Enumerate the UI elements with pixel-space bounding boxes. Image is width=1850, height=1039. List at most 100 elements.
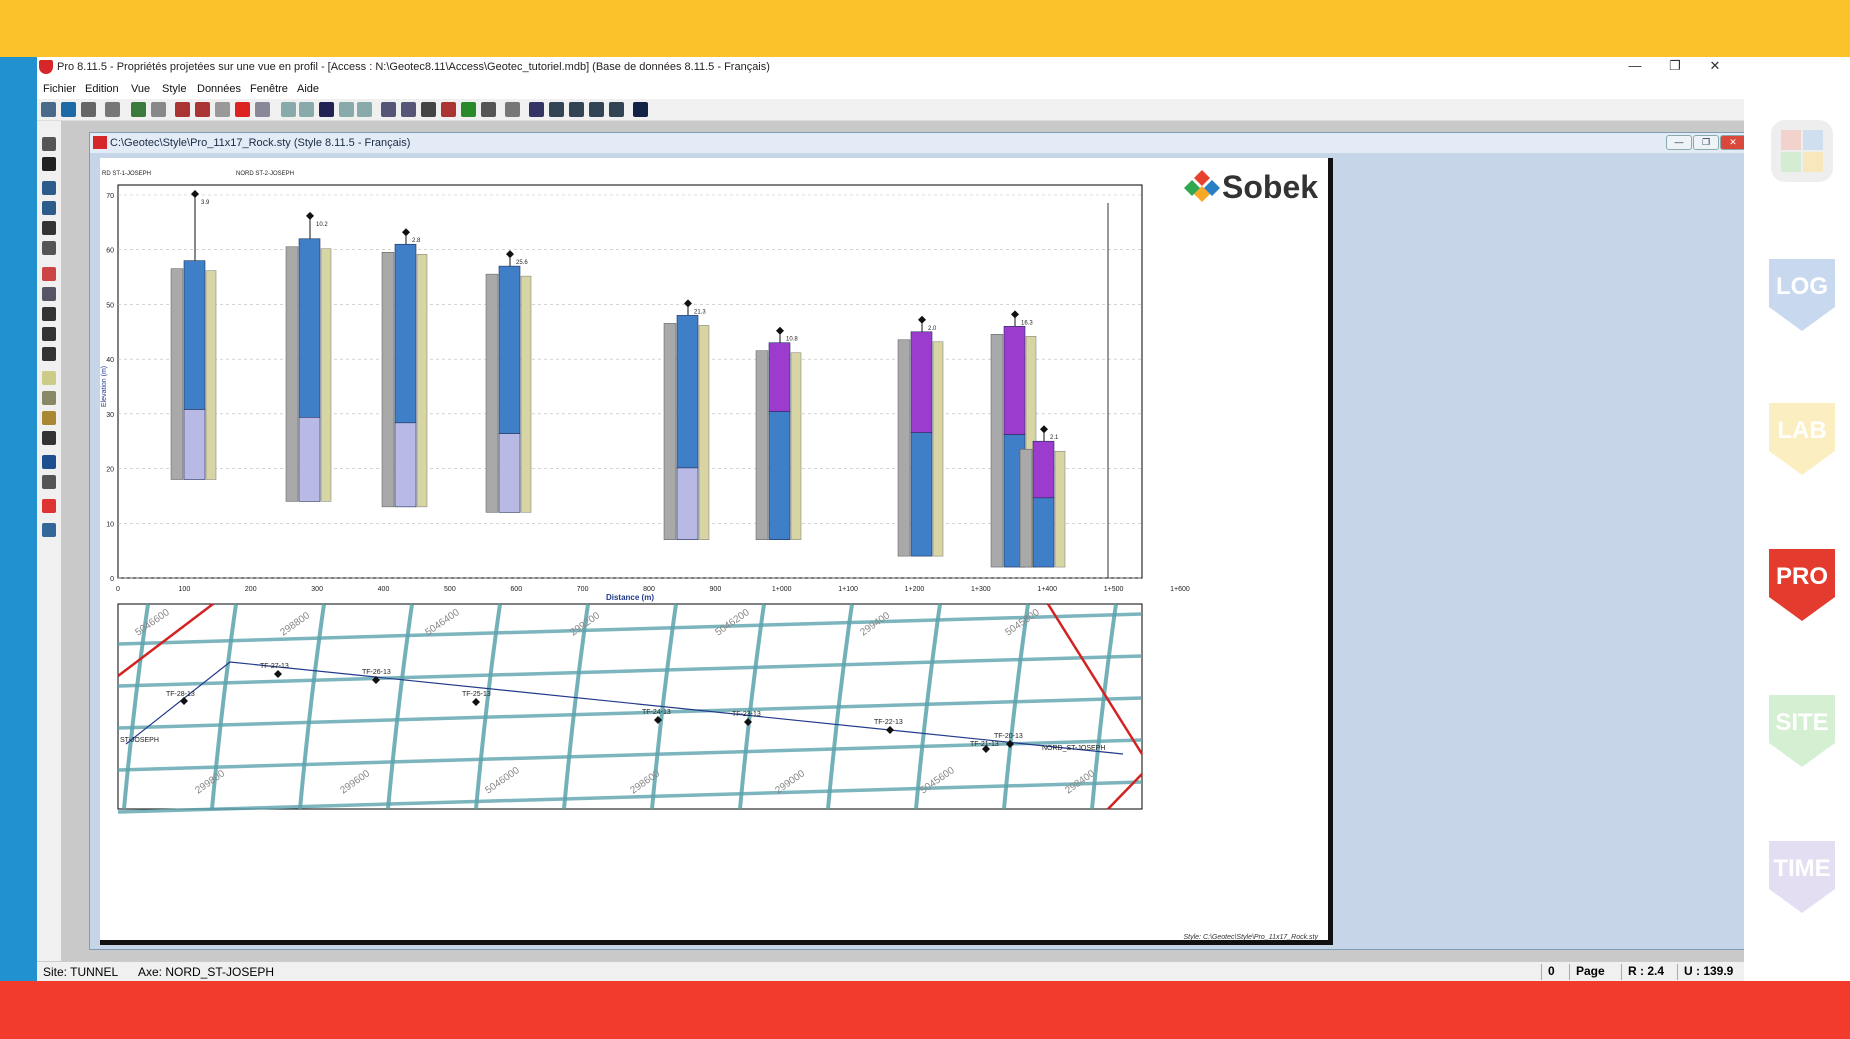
left-toolbar bbox=[37, 121, 61, 961]
refresh-icon[interactable] bbox=[105, 102, 120, 117]
export-icon[interactable] bbox=[589, 102, 604, 117]
lithology-upper bbox=[498, 265, 521, 434]
save-icon[interactable] bbox=[42, 157, 56, 171]
menu-bar: Fichier Edition Vue Style Données Fenêtr… bbox=[37, 79, 1744, 99]
grid-icon[interactable] bbox=[195, 102, 210, 117]
database-icon[interactable] bbox=[61, 102, 76, 117]
doc-close-button[interactable]: ✕ bbox=[1720, 135, 1746, 150]
select-icon[interactable] bbox=[42, 267, 56, 281]
sheet-icon[interactable] bbox=[505, 102, 520, 117]
legend-icon[interactable] bbox=[42, 411, 56, 425]
red-box-icon[interactable] bbox=[235, 102, 250, 117]
help-icon[interactable] bbox=[633, 102, 648, 117]
lithology-lower bbox=[910, 432, 933, 557]
previous-icon[interactable] bbox=[299, 102, 314, 117]
transfer-icon[interactable] bbox=[609, 102, 624, 117]
lithology-upper bbox=[910, 331, 933, 434]
note-icon[interactable] bbox=[42, 371, 56, 385]
plan-label: NORD_ST-JOSEPH bbox=[1042, 745, 1105, 752]
close-button[interactable]: ✕ bbox=[1695, 58, 1735, 74]
pro-badge[interactable]: PRO bbox=[1767, 547, 1837, 625]
bars-icon[interactable] bbox=[441, 102, 456, 117]
time-badge[interactable]: TIME bbox=[1767, 839, 1837, 917]
next-icon[interactable] bbox=[339, 102, 354, 117]
menu-fichier[interactable]: Fichier bbox=[43, 83, 76, 95]
drawing-canvas: Sobek Style: C:\Geotec\Style\Pro_11x17_R… bbox=[101, 169, 1318, 941]
x-tick-label: 1+500 bbox=[1104, 586, 1124, 593]
cylinder-icon[interactable] bbox=[481, 102, 496, 117]
layout-icon[interactable] bbox=[42, 181, 56, 195]
table-icon[interactable] bbox=[255, 102, 270, 117]
borehole: 10.8 bbox=[755, 326, 802, 540]
chart-icon[interactable] bbox=[131, 102, 146, 117]
strength-column bbox=[416, 253, 428, 508]
line-icon[interactable] bbox=[401, 102, 416, 117]
extent-icon[interactable] bbox=[42, 347, 56, 361]
borehole-value: 25.6 bbox=[516, 260, 528, 266]
restore-button[interactable]: ❐ bbox=[1655, 58, 1695, 74]
menu-vue[interactable]: Vue bbox=[131, 83, 150, 95]
menu-aide[interactable]: Aide bbox=[297, 83, 319, 95]
layers-icon[interactable] bbox=[175, 102, 190, 117]
lithology-upper bbox=[394, 243, 417, 424]
menu-edition[interactable]: Edition bbox=[85, 83, 119, 95]
x-tick-label: 1+000 bbox=[772, 586, 792, 593]
open-icon[interactable] bbox=[41, 102, 56, 117]
borehole-value: 16.3 bbox=[1021, 320, 1033, 326]
y-axis-label: Elevation (m) bbox=[101, 366, 108, 407]
zoom-icon[interactable] bbox=[42, 221, 56, 235]
window-icon[interactable] bbox=[569, 102, 584, 117]
section-right-label: NORD ST-2-JOSEPH bbox=[236, 171, 294, 177]
menu-fenetre[interactable]: Fenêtre bbox=[250, 83, 288, 95]
profile-icon[interactable] bbox=[381, 102, 396, 117]
lab-badge[interactable]: LAB bbox=[1767, 401, 1837, 479]
diamond-icon[interactable] bbox=[42, 455, 56, 469]
borehole: 10.2 bbox=[285, 211, 332, 502]
y-tick-label: 40 bbox=[106, 357, 114, 364]
borehole-marker bbox=[684, 299, 692, 308]
column-icon[interactable] bbox=[461, 102, 476, 117]
print-icon[interactable] bbox=[81, 102, 96, 117]
menu-style[interactable]: Style bbox=[162, 83, 186, 95]
y-tick-label: 70 bbox=[106, 193, 114, 200]
window-title: Pro 8.11.5 - Propriétés projetées sur un… bbox=[57, 61, 770, 73]
plan-label: TF-24-13 bbox=[642, 709, 671, 716]
open-file-icon[interactable] bbox=[42, 137, 56, 151]
site-badge[interactable]: SITE bbox=[1767, 693, 1837, 771]
last-icon[interactable] bbox=[357, 102, 372, 117]
g-icon[interactable] bbox=[215, 102, 230, 117]
plan-label: TF-25-13 bbox=[462, 691, 491, 698]
x-tick-label: 300 bbox=[311, 586, 323, 593]
move-icon[interactable] bbox=[42, 307, 56, 321]
list-icon[interactable] bbox=[42, 391, 56, 405]
lithology-lower bbox=[183, 409, 206, 480]
log-badge[interactable]: LOG bbox=[1767, 257, 1837, 335]
tools-icon[interactable] bbox=[42, 523, 56, 537]
heart-icon[interactable] bbox=[42, 499, 56, 513]
borehole-marker bbox=[402, 228, 410, 237]
tunnel-icon[interactable] bbox=[421, 102, 436, 117]
banner-icon[interactable] bbox=[42, 201, 56, 215]
percent-icon[interactable] bbox=[151, 102, 166, 117]
axis-icon[interactable] bbox=[42, 431, 56, 445]
borehole-value: 10.2 bbox=[316, 222, 328, 228]
rqd-column bbox=[663, 323, 677, 540]
number-icon[interactable] bbox=[319, 102, 334, 117]
folder-icon[interactable] bbox=[549, 102, 564, 117]
x-tick-label: 600 bbox=[510, 586, 522, 593]
menu-donnees[interactable]: Données bbox=[197, 83, 241, 95]
doc-restore-button[interactable]: ❐ bbox=[1693, 135, 1719, 150]
y-tick-label: 30 bbox=[106, 412, 114, 419]
table-grid-icon[interactable] bbox=[42, 475, 56, 489]
borehole-value: 2.1 bbox=[1050, 435, 1059, 441]
status-u: U : 139.9 bbox=[1677, 964, 1733, 980]
frame-icon[interactable] bbox=[42, 287, 56, 301]
borehole-marker bbox=[506, 250, 514, 259]
minimize-button[interactable]: — bbox=[1615, 58, 1655, 73]
sql-icon[interactable] bbox=[529, 102, 544, 117]
first-icon[interactable] bbox=[281, 102, 296, 117]
resize-icon[interactable] bbox=[42, 327, 56, 341]
zoom-window-icon[interactable] bbox=[42, 241, 56, 255]
doc-minimize-button[interactable]: — bbox=[1666, 135, 1692, 150]
bottom-banner bbox=[0, 981, 1850, 1039]
